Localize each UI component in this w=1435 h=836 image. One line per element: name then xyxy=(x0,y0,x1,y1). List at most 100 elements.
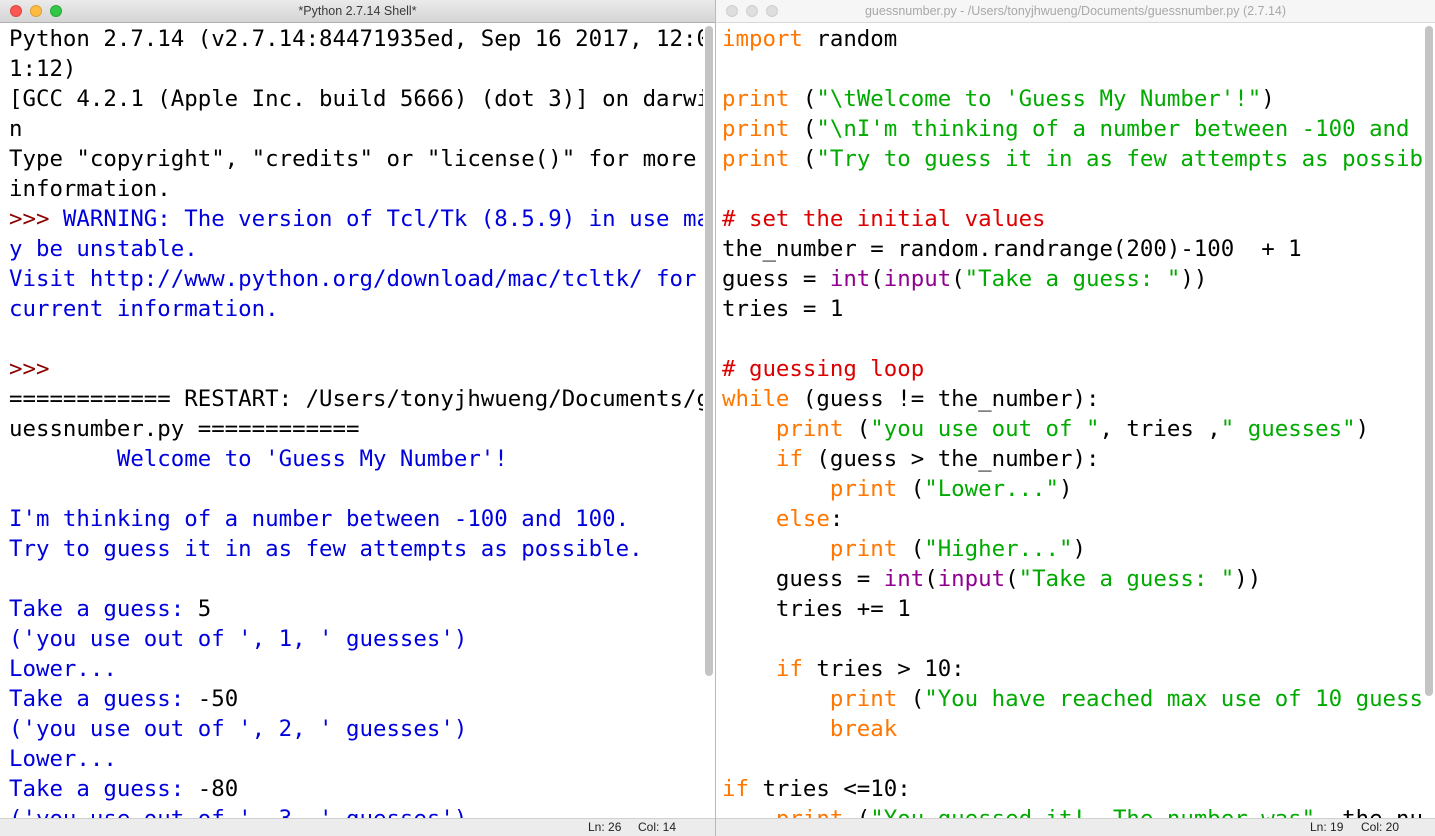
code-line: import random xyxy=(722,24,1423,54)
code-token: ) xyxy=(1355,416,1370,442)
code-token: the_number = random.randrange(200)-100 +… xyxy=(722,236,1302,262)
code-token: ( xyxy=(789,146,817,172)
code-token: ( xyxy=(897,686,925,712)
code-line: else: xyxy=(722,504,1423,534)
editor-code-area[interactable]: import random print ("\tWelcome to 'Guess… xyxy=(722,24,1423,819)
code-token: >>> xyxy=(9,206,63,232)
shell-line: ('you use out of ', 1, ' guesses') xyxy=(9,624,703,654)
code-token: information. xyxy=(9,176,171,202)
code-token: "Higher..." xyxy=(924,536,1073,562)
code-token: [GCC 4.2.1 (Apple Inc. build 5666) (dot … xyxy=(9,86,703,112)
code-token: ) xyxy=(1072,536,1086,562)
code-token: while xyxy=(722,386,790,412)
code-line: print ("You have reached max use of 10 g… xyxy=(722,684,1423,714)
shell-line: Type "copyright", "credits" or "license(… xyxy=(9,144,703,174)
zoom-icon[interactable] xyxy=(766,5,778,17)
code-token: WARNING: The version of Tcl/Tk (8.5.9) i… xyxy=(62,206,703,232)
shell-line: >>> WARNING: The version of Tcl/Tk (8.5.… xyxy=(9,204,703,234)
code-token: : xyxy=(829,506,844,532)
code-token: "Take a guess: " xyxy=(964,266,1181,292)
code-token: print xyxy=(775,416,844,442)
code-token: if xyxy=(775,656,803,682)
code-token: -50 xyxy=(197,686,239,712)
code-token: Take a guess: xyxy=(9,776,198,802)
code-line: break xyxy=(722,714,1423,744)
code-token: # guessing loop xyxy=(722,356,925,382)
column-number-status: Col: 14 xyxy=(638,820,677,834)
code-token: ( xyxy=(789,116,817,142)
editor-window[interactable]: guessnumber.py - /Users/tonyjhwueng/Docu… xyxy=(716,0,1435,836)
code-token: print xyxy=(829,686,898,712)
shell-line: y be unstable. xyxy=(9,234,703,264)
shell-line: Take a guess: -50 xyxy=(9,684,703,714)
window-controls xyxy=(10,5,62,17)
code-token: current information. xyxy=(9,296,279,322)
editor-statusbar: Ln: 19 Col: 20 xyxy=(716,818,1435,836)
code-token: 5 xyxy=(197,596,212,622)
close-icon[interactable] xyxy=(726,5,738,17)
code-token: "Take a guess: " xyxy=(1018,566,1235,592)
shell-output[interactable]: Python 2.7.14 (v2.7.14:84471935ed, Sep 1… xyxy=(9,24,703,819)
code-token: ( xyxy=(951,266,965,292)
code-token: , tries , xyxy=(1099,416,1221,442)
editor-titlebar[interactable]: guessnumber.py - /Users/tonyjhwueng/Docu… xyxy=(716,0,1435,23)
shell-line: ('you use out of ', 3, ' guesses') xyxy=(9,804,703,819)
code-token: (guess != the_number): xyxy=(789,386,1100,412)
code-token: random xyxy=(802,26,898,52)
code-line: if tries > 10: xyxy=(722,654,1423,684)
code-token: I'm thinking of a number between -100 an… xyxy=(9,506,630,532)
shell-line: >>> xyxy=(9,354,703,384)
minimize-icon[interactable] xyxy=(30,5,42,17)
code-token: Welcome to 'Guess My Number'! xyxy=(9,446,508,472)
code-line: tries = 1 xyxy=(722,294,1423,324)
code-token: ( xyxy=(870,266,884,292)
code-token: (guess > the_number): xyxy=(802,446,1100,472)
code-line: print ("\nI'm thinking of a number betwe… xyxy=(722,114,1423,144)
shell-line: ============ RESTART: /Users/tonyjhwueng… xyxy=(9,384,703,414)
code-token: n xyxy=(9,116,23,142)
close-icon[interactable] xyxy=(10,5,22,17)
shell-line: ('you use out of ', 2, ' guesses') xyxy=(9,714,703,744)
code-token: ( xyxy=(897,536,925,562)
shell-line: Welcome to 'Guess My Number'! xyxy=(9,444,703,474)
shell-line: I'm thinking of a number between -100 an… xyxy=(9,504,703,534)
shell-line: Lower... xyxy=(9,654,703,684)
shell-line: Visit http://www.python.org/download/mac… xyxy=(9,264,703,294)
window-controls xyxy=(726,5,778,17)
editor-title: guessnumber.py - /Users/tonyjhwueng/Docu… xyxy=(864,4,1287,18)
code-line: the_number = random.randrange(200)-100 +… xyxy=(722,234,1423,264)
minimize-icon[interactable] xyxy=(746,5,758,17)
code-token: Visit http://www.python.org/download/mac… xyxy=(9,266,697,292)
shell-scrollbar[interactable] xyxy=(705,26,713,676)
code-line: # set the initial values xyxy=(722,204,1423,234)
code-token: print xyxy=(722,86,790,112)
code-token: # set the initial values xyxy=(722,206,1046,232)
code-token: Type "copyright", "credits" or "license(… xyxy=(9,146,697,172)
code-token: ============ RESTART: /Users/tonyjhwueng… xyxy=(9,386,703,412)
code-token: tries > 10: xyxy=(802,656,965,682)
code-token: input xyxy=(883,266,952,292)
shell-window[interactable]: *Python 2.7.14 Shell* Python 2.7.14 (v2.… xyxy=(0,0,716,836)
editor-scrollbar[interactable] xyxy=(1425,26,1433,696)
zoom-icon[interactable] xyxy=(50,5,62,17)
code-token: ( xyxy=(897,476,925,502)
code-token: break xyxy=(829,716,898,742)
code-token: tries <=10: xyxy=(748,776,911,802)
shell-line: uessnumber.py ============ xyxy=(9,414,703,444)
shell-titlebar[interactable]: *Python 2.7.14 Shell* xyxy=(0,0,715,23)
line-number-status: Ln: 19 xyxy=(1310,820,1344,834)
code-token: if xyxy=(722,776,749,802)
shell-line: Take a guess: 5 xyxy=(9,594,703,624)
code-token: Lower... xyxy=(9,746,117,772)
code-token: uessnumber.py ============ xyxy=(9,416,360,442)
